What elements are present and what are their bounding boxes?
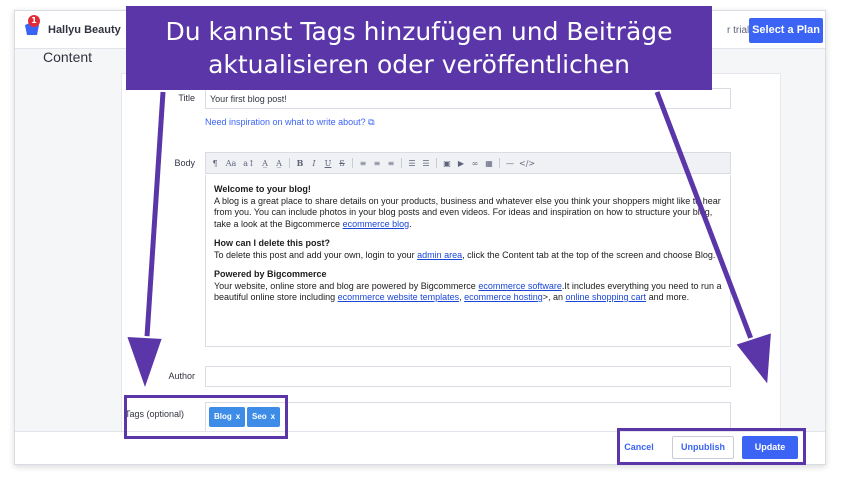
banner-line-1: Du kannst Tags hinzufügen und Beiträge bbox=[165, 17, 673, 46]
annotation-banner: Du kannst Tags hinzufügen und Beiträge a… bbox=[126, 6, 712, 90]
arrow-head-tags bbox=[126, 336, 163, 390]
arrow-head-actions bbox=[735, 332, 772, 386]
banner-line-2: aktualisieren oder veröffentlichen bbox=[208, 50, 630, 79]
arrow-to-tags bbox=[143, 91, 166, 353]
arrow-to-actions bbox=[654, 91, 759, 353]
